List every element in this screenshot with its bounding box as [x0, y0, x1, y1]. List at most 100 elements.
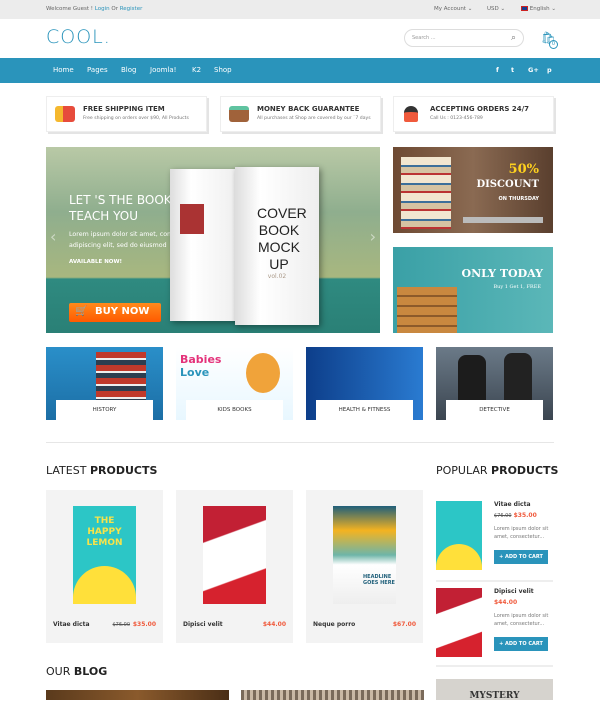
lemon-graphic: [436, 544, 482, 570]
top-bar: Welcome Guest ! Login Or Register My Acc…: [0, 0, 600, 19]
description-line: Lorem ipsum dolor sit: [494, 613, 549, 619]
popular-product-item: Dipisci velit $44.00 Lorem ipsum dolor s…: [436, 588, 553, 668]
description-line: amet, consectetur...: [494, 621, 545, 627]
nav-k2[interactable]: K2: [192, 66, 201, 74]
search-placeholder: Search ...: [412, 35, 436, 41]
heading-light: OUR: [46, 665, 71, 678]
add-to-cart-button[interactable]: + ADD TO CART: [494, 550, 548, 564]
kids-books-image: Babies Love: [180, 353, 222, 379]
welcome-label: Welcome Guest !: [46, 6, 94, 12]
pinterest-icon[interactable]: p: [547, 66, 552, 74]
category-kids-books[interactable]: Babies Love KIDS BOOKS: [176, 347, 293, 420]
category-label: HEALTH & FITNESS: [316, 400, 413, 420]
hero-title-line: TEACH YOU: [69, 209, 139, 223]
nav-pages[interactable]: Pages: [87, 66, 108, 74]
hero-slider[interactable]: ‹ › LET 'S THE BOOKS TEACH YOU Lorem ipsu…: [46, 147, 380, 333]
book-title: COVER BOOK MOCK UP: [257, 205, 307, 272]
popular-product-item: Vitae dicta $76.00 $35.00 Lorem ipsum do…: [436, 501, 553, 581]
product-name[interactable]: Vitae dicta: [494, 501, 531, 508]
book-stack-image: [401, 157, 451, 229]
login-link[interactable]: Login: [95, 6, 110, 12]
hero-title-line: LET 'S THE BOOKS: [69, 193, 180, 207]
discount-percent: 50%: [508, 162, 539, 177]
mystery-banner[interactable]: MYSTERY: [436, 679, 553, 701]
feature-subtitle: All purchases at Shop are covered by our…: [257, 116, 371, 121]
lion-image: [246, 353, 280, 393]
category-image: [96, 352, 146, 402]
heading-light: LATEST: [46, 464, 87, 477]
product-description: Lorem ipsum dolor sit amet, consectetur..…: [494, 525, 548, 541]
currency-dropdown[interactable]: USD ⌄: [487, 6, 505, 12]
my-account-dropdown[interactable]: My Account ⌄: [434, 6, 472, 12]
nav-shop[interactable]: Shop: [214, 66, 232, 74]
feature-subtitle: Call Us : 0123-456-789: [430, 116, 483, 121]
search-icon[interactable]: ⌕: [511, 33, 516, 43]
nav-home[interactable]: Home: [53, 66, 74, 74]
product-card[interactable]: Dipisci velit $44.00: [176, 490, 293, 643]
truck-icon: [55, 106, 75, 122]
cover-text: THE HAPPY LEMON: [86, 516, 123, 548]
product-price: $44.00: [494, 599, 518, 606]
available-now-label: AVAILABLE NOW!: [69, 259, 123, 265]
product-name[interactable]: Dipisci velit: [183, 621, 223, 628]
product-card[interactable]: THE HAPPY LEMON Vitae dicta $76.00 $35.0…: [46, 490, 163, 643]
heading-bold: PRODUCTS: [491, 464, 559, 477]
google-plus-icon[interactable]: G+: [528, 66, 539, 74]
product-image[interactable]: HEADLINE GOES HERE: [333, 506, 396, 604]
cart-count-badge: 0: [549, 40, 558, 49]
cover-text: HEADLINE GOES HERE: [363, 574, 395, 586]
feature-title: ACCEPTING ORDERS 24/7: [430, 105, 529, 113]
search-input[interactable]: Search ... ⌕: [404, 29, 524, 47]
category-label: HISTORY: [56, 400, 153, 420]
slider-next-arrow[interactable]: ›: [370, 227, 376, 246]
support-agent-icon: [404, 106, 418, 122]
category-health-fitness[interactable]: HEALTH & FITNESS: [306, 347, 423, 420]
product-image[interactable]: THE HAPPY LEMON: [73, 506, 136, 604]
product-old-price: $76.00: [112, 622, 131, 628]
category-history[interactable]: HISTORY: [46, 347, 163, 420]
discount-subtitle: ON THURSDAY: [498, 196, 539, 202]
nav-blog[interactable]: Blog: [121, 66, 136, 74]
lemon-graphic: [73, 566, 136, 604]
header: COOL. Search ... ⌕ 🛍 0: [0, 19, 600, 58]
product-image[interactable]: [203, 506, 266, 604]
discount-banner[interactable]: 50% DISCOUNT ON THURSDAY: [393, 147, 553, 233]
description-line: amet, consectetur...: [494, 534, 545, 540]
product-name[interactable]: Dipisci velit: [494, 588, 534, 595]
book-mockup-back: [170, 169, 240, 321]
item-divider: [436, 665, 553, 667]
register-link[interactable]: Register: [120, 6, 143, 12]
wallet-icon: [229, 106, 249, 122]
twitter-icon[interactable]: t: [511, 66, 514, 74]
product-image[interactable]: [436, 501, 482, 570]
blog-image[interactable]: [241, 690, 424, 700]
popular-products-heading: POPULAR PRODUCTS: [436, 464, 558, 477]
latest-products-heading: LATEST PRODUCTS: [46, 464, 157, 477]
product-price: $67.00: [392, 621, 416, 628]
only-today-banner[interactable]: ONLY TODAY Buy 1 Get 1, FREE: [393, 247, 553, 333]
product-price: $44.00: [262, 621, 286, 628]
laptop-image: [463, 217, 543, 223]
add-to-cart-button[interactable]: + ADD TO CART: [494, 637, 548, 651]
logo[interactable]: COOL.: [46, 26, 111, 48]
language-dropdown[interactable]: English ⌄: [521, 6, 556, 12]
product-name[interactable]: Vitae dicta: [53, 621, 90, 628]
feature-free-shipping: FREE SHIPPING ITEM Free shipping on orde…: [46, 96, 207, 132]
product-name[interactable]: Neque porro: [313, 621, 355, 628]
or-label: Or: [111, 6, 118, 12]
product-card[interactable]: HEADLINE GOES HERE Neque porro $67.00: [306, 490, 423, 643]
blog-image[interactable]: [46, 690, 229, 700]
only-today-title: ONLY TODAY: [461, 267, 544, 280]
description-line: Lorem ipsum dolor sit: [494, 526, 549, 532]
only-today-subtitle: Buy 1 Get 1, FREE: [493, 284, 541, 290]
facebook-icon[interactable]: f: [496, 66, 499, 74]
discount-title: DISCOUNT: [476, 179, 539, 190]
heading-bold: BLOG: [73, 665, 108, 678]
slider-prev-arrow[interactable]: ‹: [50, 227, 56, 246]
nav-joomla[interactable]: Joomla!: [150, 66, 177, 74]
book-mockup-front: COVER BOOK MOCK UP vol.02: [235, 167, 319, 325]
heading-light: POPULAR: [436, 464, 488, 477]
product-image[interactable]: [436, 588, 482, 657]
buy-now-button[interactable]: 🛒 BUY NOW: [69, 303, 161, 322]
category-detective[interactable]: DETECTIVE: [436, 347, 553, 420]
